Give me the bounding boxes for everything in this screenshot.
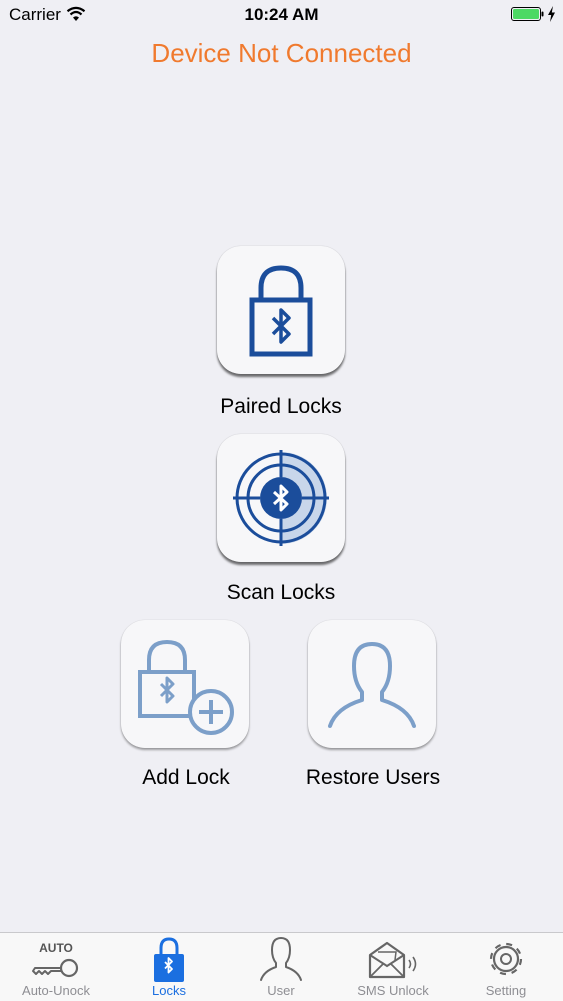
- radar-bluetooth-icon: [233, 450, 329, 546]
- user-silhouette-icon: [328, 642, 416, 728]
- tab-label: Auto-Unock: [22, 983, 90, 998]
- tab-label: Locks: [152, 983, 186, 998]
- tab-setting[interactable]: Setting: [450, 933, 562, 1001]
- paired-locks-label: Paired Locks: [220, 395, 342, 418]
- tab-locks[interactable]: Locks: [113, 933, 225, 1001]
- paired-locks-button[interactable]: [217, 246, 345, 374]
- tab-auto-unock[interactable]: AUTO Auto-Unock: [0, 933, 112, 1001]
- bluetooth-lock-icon: [154, 937, 184, 982]
- svg-text:AUTO: AUTO: [39, 941, 73, 955]
- add-lock-button[interactable]: [121, 620, 249, 748]
- scan-locks-label: Scan Locks: [226, 581, 336, 604]
- status-time: 10:24 AM: [244, 5, 319, 24]
- tab-sms-unlock[interactable]: SMS Unlock: [337, 933, 449, 1001]
- tab-label: Setting: [485, 983, 527, 998]
- tab-label: User: [267, 983, 295, 998]
- gear-icon: [489, 942, 523, 976]
- key-icon: AUTO: [32, 941, 79, 978]
- restore-users-label: Restore Users: [305, 766, 441, 789]
- tab-user[interactable]: User: [225, 933, 337, 1001]
- tab-bar: AUTO Auto-Unock Locks User SMS Unlock Se…: [0, 932, 563, 1001]
- tab-label: SMS Unlock: [357, 983, 429, 998]
- restore-users-button[interactable]: [308, 620, 436, 748]
- charging-icon: [548, 6, 555, 22]
- add-lock-icon: [138, 639, 234, 735]
- bluetooth-lock-icon: [249, 265, 313, 357]
- envelope-icon: [368, 941, 417, 979]
- scan-locks-button[interactable]: [217, 434, 345, 562]
- battery-icon: [511, 7, 544, 21]
- user-icon: [260, 937, 302, 981]
- connection-status: Device Not Connected: [151, 38, 412, 68]
- status-bar: Carrier 10:24 AM: [0, 0, 563, 30]
